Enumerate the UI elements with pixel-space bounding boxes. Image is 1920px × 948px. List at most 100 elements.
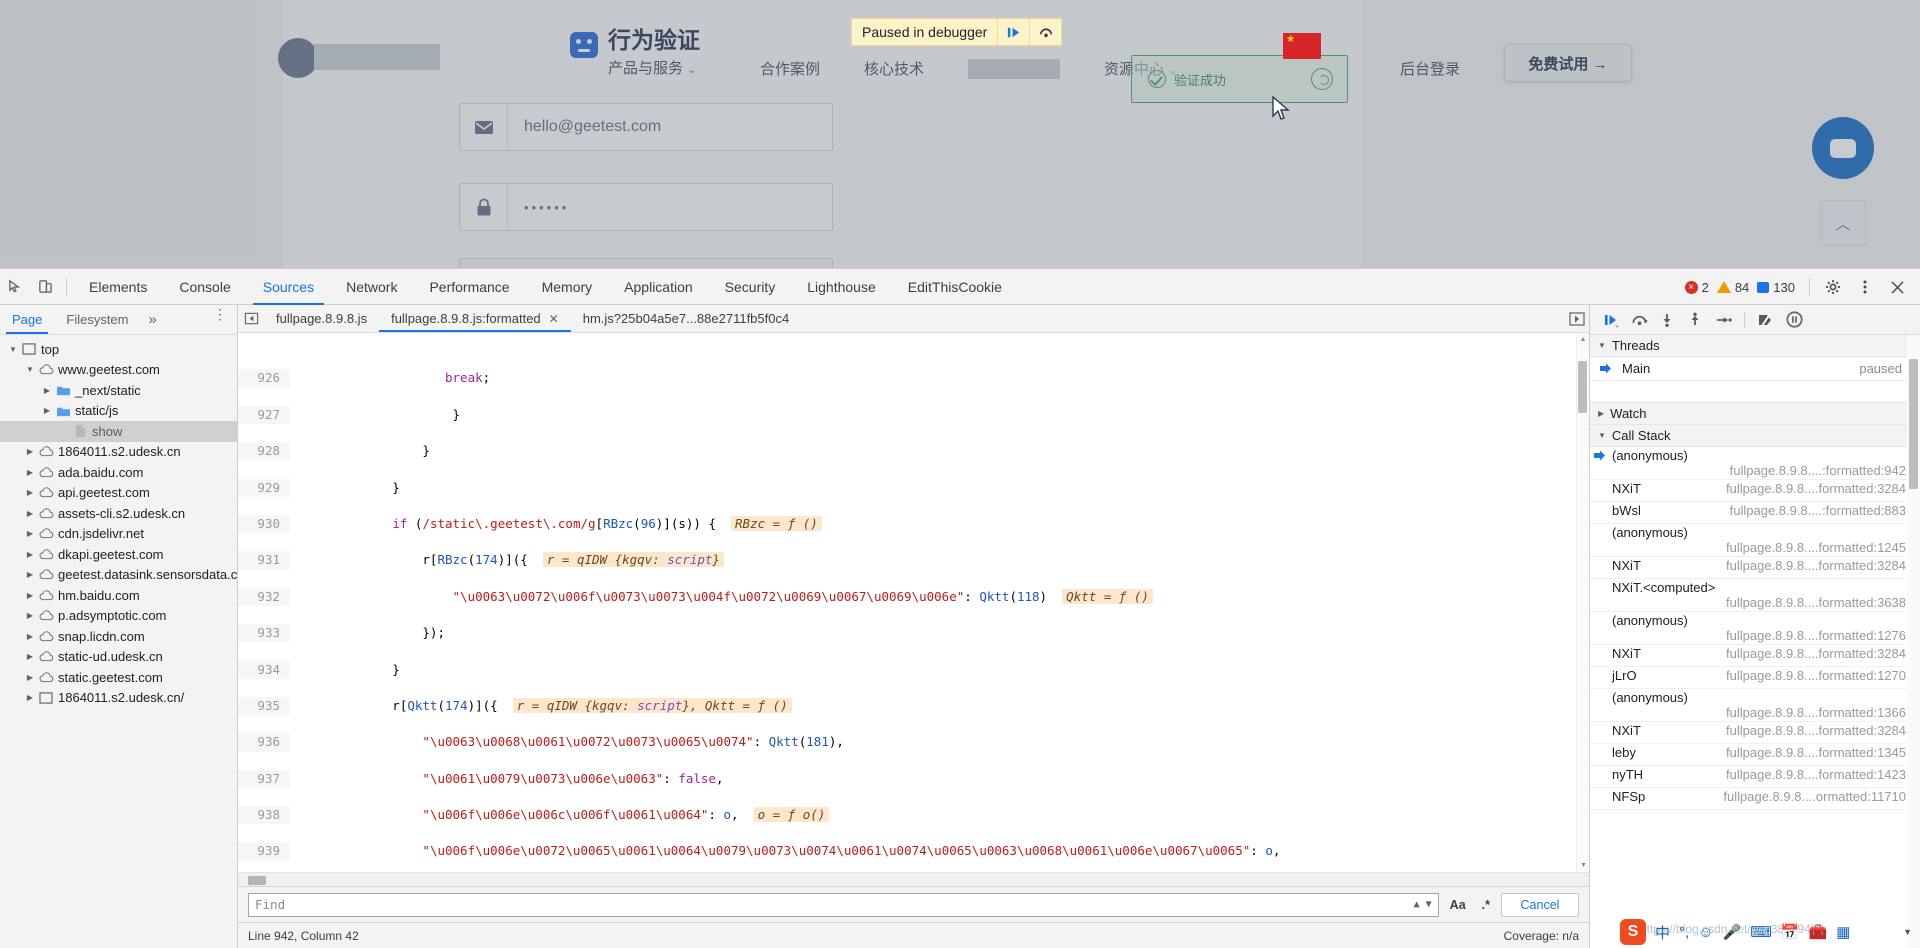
tab-performance[interactable]: Performance [413, 269, 525, 305]
chevron-down-icon[interactable]: ▼ [1426, 899, 1432, 910]
callstack-frame[interactable]: (anonymous) fullpage.8.9.8....formatted:1… [1590, 612, 1920, 645]
tree-item-ada-baidu-com[interactable]: ▶ ada.baidu.com [0, 462, 237, 483]
find-input[interactable]: Find ▲ ▼ [248, 892, 1439, 917]
twisty-closed-icon[interactable]: ▶ [23, 509, 37, 518]
site-logo[interactable] [278, 38, 440, 78]
callstack-frame[interactable]: (anonymous) fullpage.8.9.8....formatted:1… [1590, 689, 1920, 722]
twisty-closed-icon[interactable]: ▶ [23, 693, 37, 702]
nav-item-tech[interactable]: 核心技术 [864, 58, 924, 79]
cancel-button[interactable]: Cancel [1501, 892, 1579, 917]
tree-item-1864011-s2-udesk-cn[interactable]: ▶ 1864011.s2.udesk.cn [0, 442, 237, 463]
tab-network[interactable]: Network [330, 269, 413, 305]
tree-item-www-geetest-com[interactable]: ▼ www.geetest.com [0, 360, 237, 381]
more-options-icon[interactable] [1850, 269, 1880, 305]
chevron-down-icon[interactable]: ▼ [1903, 927, 1920, 937]
punctuation-icon[interactable]: °, [1679, 924, 1689, 941]
twisty-open-icon[interactable]: ▼ [6, 345, 20, 354]
twisty-closed-icon[interactable]: ▶ [23, 447, 37, 456]
step-out-of-current-function-button[interactable] [1682, 307, 1708, 333]
tree-item-1864011-s2-udesk-cn-[interactable]: ▶ 1864011.s2.udesk.cn/ [0, 688, 237, 709]
tab-elements[interactable]: Elements [73, 269, 163, 305]
callstack-frame[interactable]: NXiT fullpage.8.9.8....formatted:3284 [1590, 557, 1920, 579]
twisty-closed-icon[interactable]: ▶ [23, 632, 37, 641]
tab-application[interactable]: Application [608, 269, 709, 305]
nav-item-redacted[interactable] [968, 58, 1061, 79]
calendar-icon[interactable]: 📅 [1781, 923, 1800, 941]
twisty-open-icon[interactable]: ▼ [23, 365, 37, 374]
deactivate-breakpoints-button[interactable] [1753, 307, 1779, 333]
callstack-frame[interactable]: bWsl fullpage.8.9.8....:formatted:883 [1590, 502, 1920, 524]
chat-support-button[interactable] [1812, 117, 1874, 179]
login-submit-button[interactable] [459, 258, 833, 268]
backend-login-link[interactable]: 后台登录 [1400, 58, 1460, 79]
twisty-closed-icon[interactable]: ▶ [23, 611, 37, 620]
tab-lighthouse[interactable]: Lighthouse [791, 269, 892, 305]
callstack-frame[interactable]: NXiT fullpage.8.9.8....formatted:3284 [1590, 645, 1920, 667]
toolbox-icon[interactable]: 🧰 [1809, 923, 1828, 941]
thread-row-main[interactable]: Main paused [1590, 357, 1920, 381]
editor-vertical-scrollbar[interactable]: ▲ ▼ [1576, 333, 1589, 872]
tab-sources[interactable]: Sources [247, 269, 330, 305]
close-tab-icon[interactable]: ✕ [549, 312, 559, 326]
twisty-closed-icon[interactable]: ▶ [23, 529, 37, 538]
chevron-up-icon[interactable]: ▲ [1414, 899, 1420, 910]
callstack-frame[interactable]: nyTH fullpage.8.9.8....formatted:1423 [1590, 766, 1920, 788]
debugger-scrollbar[interactable] [1907, 335, 1920, 948]
tree-item-top[interactable]: ▼ top [0, 339, 237, 360]
tree-item-snap-licdn-com[interactable]: ▶ snap.licdn.com [0, 626, 237, 647]
callstack-frame[interactable]: jLrO fullpage.8.9.8....formatted:1270 [1590, 667, 1920, 689]
tree-item-api-geetest-com[interactable]: ▶ api.geetest.com [0, 483, 237, 504]
twisty-closed-icon[interactable]: ▶ [40, 406, 54, 415]
resume-script-execution-button[interactable] [1598, 307, 1624, 333]
twisty-closed-icon[interactable]: ▶ [23, 488, 37, 497]
tree-item-assets-cli-s2-udesk-cn[interactable]: ▶ assets-cli.s2.udesk.cn [0, 503, 237, 524]
chinese-mode-icon[interactable]: 中 [1655, 922, 1670, 943]
email-field[interactable]: hello@geetest.com [459, 103, 833, 151]
free-trial-button[interactable]: 免费试用 → [1504, 44, 1632, 82]
show-navigator-icon[interactable] [238, 305, 264, 332]
emoji-icon[interactable]: ☺ [1698, 924, 1713, 941]
twisty-closed-icon[interactable]: ▶ [23, 652, 37, 661]
nav-item-cases[interactable]: 合作案例 [760, 58, 820, 79]
match-case-button[interactable]: Aa [1445, 898, 1471, 912]
password-field[interactable]: •••••• [459, 183, 833, 231]
microphone-icon[interactable]: 🎤 [1723, 923, 1742, 941]
source-tab-fullpage[interactable]: fullpage.8.9.8.js [264, 305, 379, 332]
scroll-up-icon[interactable]: ▲ [1577, 333, 1589, 346]
code-editor[interactable]: 926 break; 927 } 928 } 929 } 930 if (/st… [238, 333, 1589, 872]
pause-on-exceptions-button[interactable] [1781, 307, 1807, 333]
gear-icon[interactable] [1818, 269, 1848, 305]
tree-item-dkapi-geetest-com[interactable]: ▶ dkapi.geetest.com [0, 544, 237, 565]
brand-subtitle[interactable]: 产品与服务 ⌄ [608, 57, 700, 78]
message-count-badge[interactable]: 130 [1757, 280, 1795, 295]
tree-item-cdn-jsdelivr-net[interactable]: ▶ cdn.jsdelivr.net [0, 524, 237, 545]
navigator-tab-page[interactable]: Page [0, 305, 54, 334]
resume-icon[interactable] [997, 19, 1029, 45]
coverage-status[interactable]: Coverage: n/a [1504, 929, 1579, 943]
threads-section-header[interactable]: ▼ Threads [1590, 335, 1920, 357]
debugger-scroll-thumb[interactable] [1909, 359, 1918, 489]
callstack-section-header[interactable]: ▼ Call Stack [1590, 425, 1920, 447]
apps-icon[interactable]: ▦ [1836, 923, 1850, 941]
step-button[interactable] [1710, 307, 1736, 333]
callstack-frame[interactable]: NXiT.<computed> fullpage.8.9.8....formatt… [1590, 579, 1920, 612]
source-tab-fullpage-formatted[interactable]: fullpage.8.9.8.js:formatted ✕ [379, 305, 571, 332]
error-count-badge[interactable]: × 2 [1684, 280, 1709, 295]
callstack-frame[interactable]: (anonymous) fullpage.8.9.8....formatted:1… [1590, 524, 1920, 557]
device-toolbar-icon[interactable] [30, 269, 60, 305]
scroll-down-icon[interactable]: ▼ [1577, 859, 1589, 872]
twisty-closed-icon[interactable]: ▶ [23, 570, 37, 579]
tab-memory[interactable]: Memory [526, 269, 609, 305]
callstack-frame[interactable]: leby fullpage.8.9.8....formatted:1345 [1590, 744, 1920, 766]
tab-security[interactable]: Security [709, 269, 792, 305]
editor-scroll-thumb[interactable] [1578, 361, 1587, 413]
twisty-closed-icon[interactable]: ▶ [23, 673, 37, 682]
twisty-closed-icon[interactable]: ▶ [23, 468, 37, 477]
step-into-next-call-button[interactable] [1654, 307, 1680, 333]
source-tab-hmjs[interactable]: hm.js?25b04a5e7...88e2711fb5f0c4 [571, 305, 801, 332]
source-tabs-overflow[interactable] [1569, 305, 1585, 333]
captcha-widget[interactable]: 验证成功 [1131, 55, 1348, 103]
navigator-more-tabs-icon[interactable]: » [141, 305, 165, 334]
tree-item--next-static[interactable]: ▶ _next/static [0, 380, 237, 401]
navigator-more-options-icon[interactable]: ⋮ [213, 307, 227, 321]
